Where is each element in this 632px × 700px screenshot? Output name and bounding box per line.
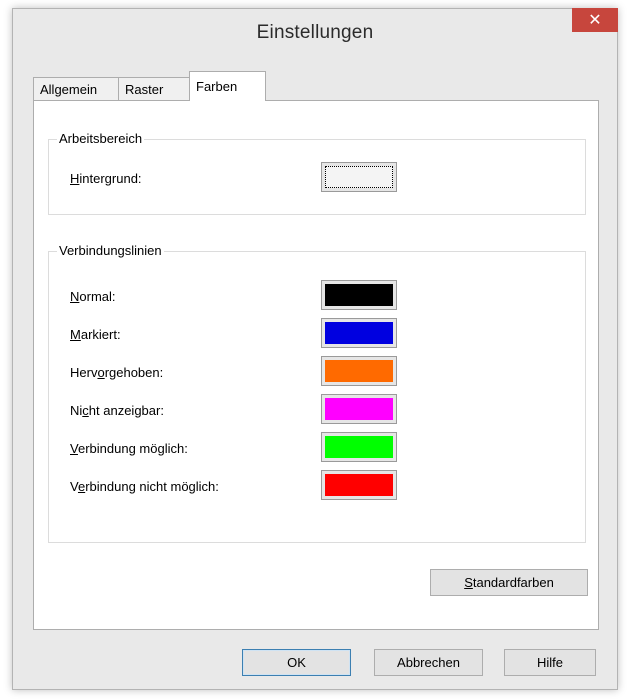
line-label-connection-not-possible: Verbindung nicht möglich: (70, 479, 219, 494)
group-workspace-label: Arbeitsbereich (57, 131, 145, 146)
dialog-title: Einstellungen (256, 22, 374, 43)
line-label-highlighted: Hervorgehoben: (70, 365, 164, 380)
color-button-connection-not-possible[interactable] (321, 470, 397, 500)
ok-label: OK (287, 655, 306, 670)
line-label-not-displayable: Nicht anzeigbar: (70, 403, 164, 418)
cancel-label: Abbrechen (397, 655, 460, 670)
close-icon: ✕ (588, 12, 602, 29)
color-button-connection-possible[interactable] (321, 432, 397, 462)
color-swatch-marked (325, 322, 393, 344)
group-connection-lines: Verbindungslinien Normal: Markiert: Hervor… (48, 243, 586, 543)
tab-panel-farben: Arbeitsbereich Hintergrund: Verbindungsl… (33, 100, 599, 630)
title-bar: Einstellungen ✕ (13, 8, 618, 57)
color-swatch-normal (325, 284, 393, 306)
tab-allgemein[interactable]: Allgemein (33, 77, 119, 100)
color-button-normal[interactable] (321, 280, 397, 310)
tab-label: Farben (196, 79, 238, 94)
standard-colors-button[interactable]: Standardfarben (430, 569, 588, 596)
background-color-button[interactable] (321, 162, 397, 192)
color-swatch-connection-not-possible (325, 474, 393, 496)
group-workspace: Arbeitsbereich Hintergrund: (48, 131, 586, 215)
standard-colors-label: Standardfarben (464, 575, 554, 590)
background-label: Hintergrund: (70, 171, 142, 186)
cancel-button[interactable]: Abbrechen (374, 649, 483, 676)
line-label-marked: Markiert: (70, 327, 121, 342)
settings-dialog: Einstellungen ✕ Allgemein Raster Farben … (12, 8, 618, 690)
line-label-normal: Normal: (70, 289, 116, 304)
color-swatch-not-displayable (325, 398, 393, 420)
close-button[interactable]: ✕ (572, 8, 618, 32)
group-connection-lines-label: Verbindungslinien (57, 243, 164, 258)
tab-farben[interactable]: Farben (189, 71, 266, 101)
help-button[interactable]: Hilfe (504, 649, 596, 676)
background-color-swatch (325, 166, 393, 188)
tab-label: Raster (125, 81, 164, 97)
color-button-highlighted[interactable] (321, 356, 397, 386)
color-swatch-connection-possible (325, 436, 393, 458)
tab-raster[interactable]: Raster (118, 77, 190, 100)
tab-label: Allgemein (40, 81, 98, 97)
color-button-marked[interactable] (321, 318, 397, 348)
ok-button[interactable]: OK (242, 649, 351, 676)
line-label-connection-possible: Verbindung möglich: (70, 441, 188, 456)
color-button-not-displayable[interactable] (321, 394, 397, 424)
color-swatch-highlighted (325, 360, 393, 382)
help-label: Hilfe (536, 655, 563, 670)
